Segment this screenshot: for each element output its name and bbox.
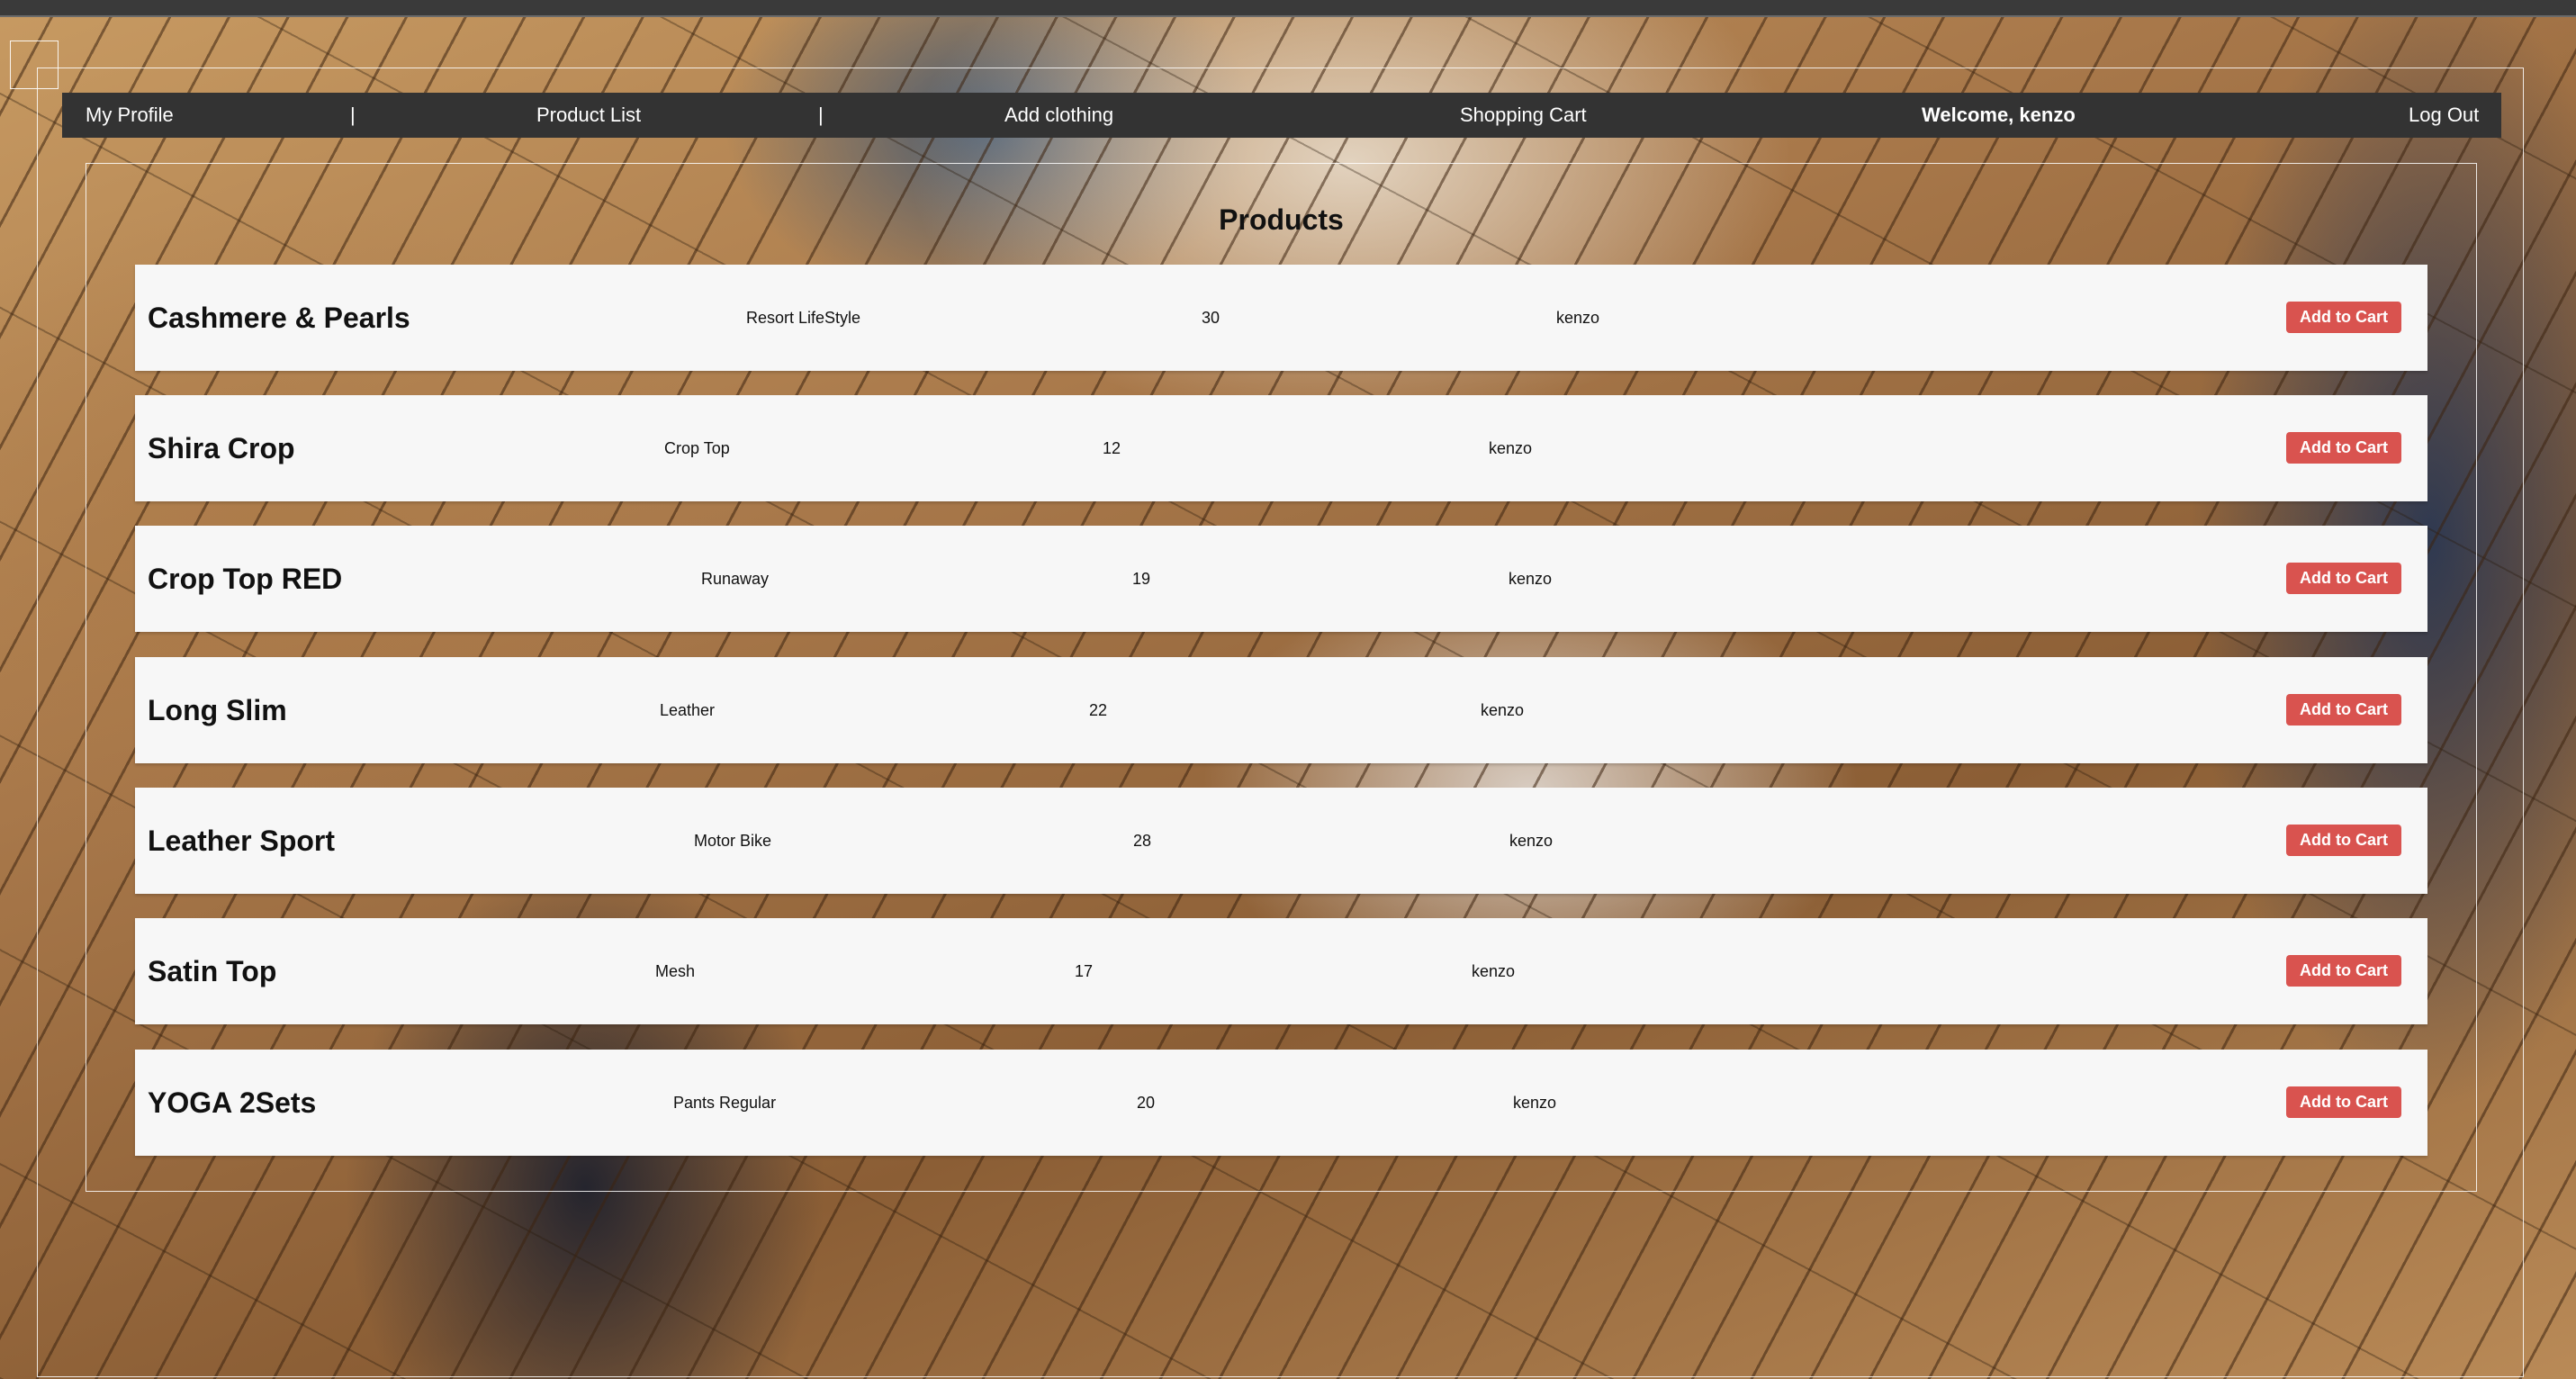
- product-owner: kenzo: [1481, 701, 1525, 719]
- product-category: Crop Top: [664, 439, 730, 457]
- product-price: 30: [1202, 309, 1220, 327]
- product-owner: kenzo: [1556, 309, 1600, 327]
- product-owner: kenzo: [1509, 570, 1553, 588]
- add-to-cart-button[interactable]: Add to Cart: [2286, 825, 2401, 856]
- product-row: Long Slim Leather 22 kenzo Add to Cart: [135, 657, 2427, 763]
- nav-my-profile[interactable]: My Profile: [86, 93, 174, 138]
- product-row: Crop Top RED Runaway 19 kenzo Add to Car…: [135, 526, 2427, 632]
- nav-add-clothing[interactable]: Add clothing: [1004, 93, 1113, 138]
- product-category: Resort LifeStyle: [746, 309, 861, 327]
- product-price: 20: [1137, 1094, 1156, 1112]
- product-category: Leather: [660, 701, 716, 719]
- product-category: Motor Bike: [694, 832, 772, 850]
- product-row: Shira Crop Crop Top 12 kenzo Add to Cart: [135, 395, 2427, 501]
- product-name: YOGA 2Sets: [148, 1086, 317, 1119]
- nav-separator: |: [818, 104, 824, 126]
- product-row: Leather Sport Motor Bike 28 kenzo Add to…: [135, 788, 2427, 894]
- product-owner: kenzo: [1489, 439, 1533, 457]
- product-price: 17: [1075, 962, 1094, 980]
- add-to-cart-button[interactable]: Add to Cart: [2286, 432, 2401, 464]
- product-name: Crop Top RED: [148, 563, 343, 595]
- add-to-cart-button[interactable]: Add to Cart: [2286, 563, 2401, 594]
- product-name: Leather Sport: [148, 825, 336, 857]
- welcome-user-label: Welcome, kenzo: [1922, 104, 2076, 126]
- product-row: Satin Top Mesh 17 kenzo Add to Cart: [135, 918, 2427, 1024]
- product-owner: kenzo: [1513, 1094, 1557, 1112]
- product-price: 19: [1132, 570, 1151, 588]
- nav-separator: |: [350, 104, 356, 126]
- product-price: 12: [1103, 439, 1121, 457]
- nav-log-out[interactable]: Log Out: [2409, 93, 2479, 138]
- nav-shopping-cart[interactable]: Shopping Cart: [1460, 93, 1587, 138]
- product-name: Long Slim: [148, 694, 287, 726]
- top-navbar: My Profile | Product List | Add clothing…: [62, 93, 2501, 138]
- add-to-cart-button[interactable]: Add to Cart: [2286, 1086, 2401, 1118]
- product-category: Mesh: [655, 962, 696, 980]
- browser-top-strip: [0, 0, 2576, 17]
- add-to-cart-button[interactable]: Add to Cart: [2286, 694, 2401, 726]
- product-name: Cashmere & Pearls: [148, 302, 410, 334]
- add-to-cart-button[interactable]: Add to Cart: [2286, 302, 2401, 333]
- product-category: Pants Regular: [673, 1094, 777, 1112]
- product-owner: kenzo: [1509, 832, 1554, 850]
- product-owner: kenzo: [1472, 962, 1516, 980]
- product-category: Runaway: [701, 570, 770, 588]
- product-name: Satin Top: [148, 955, 277, 987]
- page-title: Products: [1219, 203, 1344, 236]
- product-price: 28: [1133, 832, 1152, 850]
- product-name: Shira Crop: [148, 432, 295, 464]
- product-row: Cashmere & Pearls Resort LifeStyle 30 ke…: [135, 265, 2427, 371]
- product-row: YOGA 2Sets Pants Regular 20 kenzo Add to…: [135, 1050, 2427, 1156]
- add-to-cart-button[interactable]: Add to Cart: [2286, 955, 2401, 987]
- product-price: 22: [1089, 701, 1108, 719]
- nav-product-list[interactable]: Product List: [536, 93, 641, 138]
